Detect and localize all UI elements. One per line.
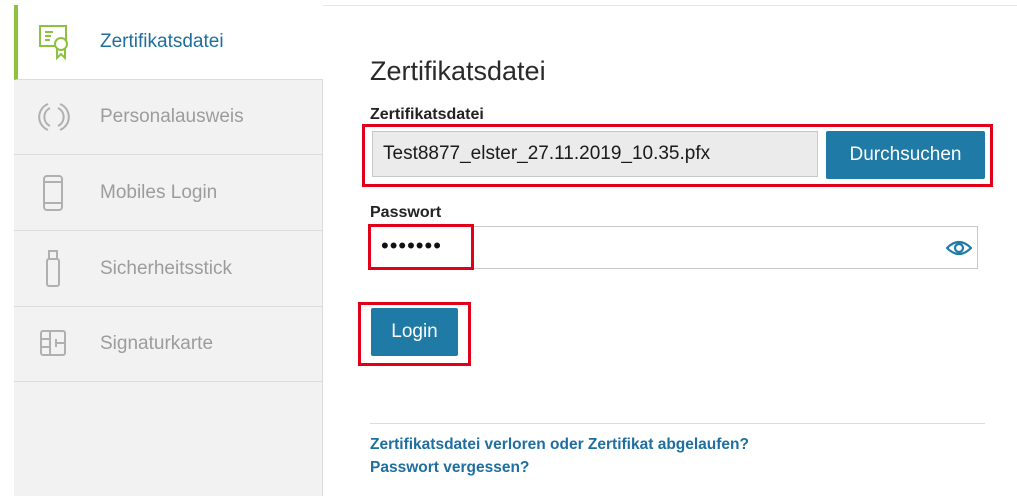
sidebar-item-label: Zertifikatsdatei — [100, 31, 224, 52]
certificate-file-field[interactable]: Test8877_elster_27.11.2019_10.35.pfx — [372, 131, 818, 177]
show-password-eye-icon[interactable] — [945, 238, 973, 258]
chip-card-icon — [36, 325, 72, 363]
login-button[interactable]: Login — [371, 308, 458, 356]
sidebar-item-zertifikatsdatei[interactable]: Zertifikatsdatei — [14, 5, 323, 80]
sidebar-item-sicherheitsstick[interactable]: Sicherheitsstick — [14, 232, 322, 307]
sidebar-item-label: Signaturkarte — [100, 333, 214, 354]
sidebar-item-label: Personalausweis — [100, 106, 244, 127]
password-label: Passwort — [370, 204, 442, 221]
sidebar-item-signaturkarte[interactable]: Signaturkarte — [14, 307, 322, 382]
forgot-password-link[interactable]: Passwort vergessen? — [370, 459, 529, 477]
sidebar-item-label: Sicherheitsstick — [100, 258, 232, 279]
page-title: Zertifikatsdatei — [370, 56, 546, 86]
form-divider — [370, 423, 985, 424]
password-field[interactable]: ••••••• — [370, 226, 978, 269]
certificate-lost-link[interactable]: Zertifikatsdatei verloren oder Zertifika… — [370, 436, 749, 454]
certificate-login-form: Zertifikatsdatei Zertifikatsdatei Test88… — [358, 0, 993, 496]
usb-stick-icon — [36, 250, 72, 288]
sidebar-item-mobiles-login[interactable]: Mobiles Login — [14, 156, 322, 231]
sidebar-item-personalausweis[interactable]: Personalausweis — [14, 80, 322, 155]
mobile-phone-icon — [36, 174, 72, 212]
id-card-icon — [36, 98, 72, 136]
login-method-sidebar: Zertifikatsdatei Personalausweis Mobiles… — [14, 5, 323, 496]
sidebar-item-label: Mobiles Login — [100, 182, 218, 203]
certificate-icon — [38, 23, 74, 61]
password-masked-value: ••••••• — [381, 233, 442, 258]
file-field-label: Zertifikatsdatei — [370, 106, 484, 123]
browse-button[interactable]: Durchsuchen — [826, 131, 985, 179]
